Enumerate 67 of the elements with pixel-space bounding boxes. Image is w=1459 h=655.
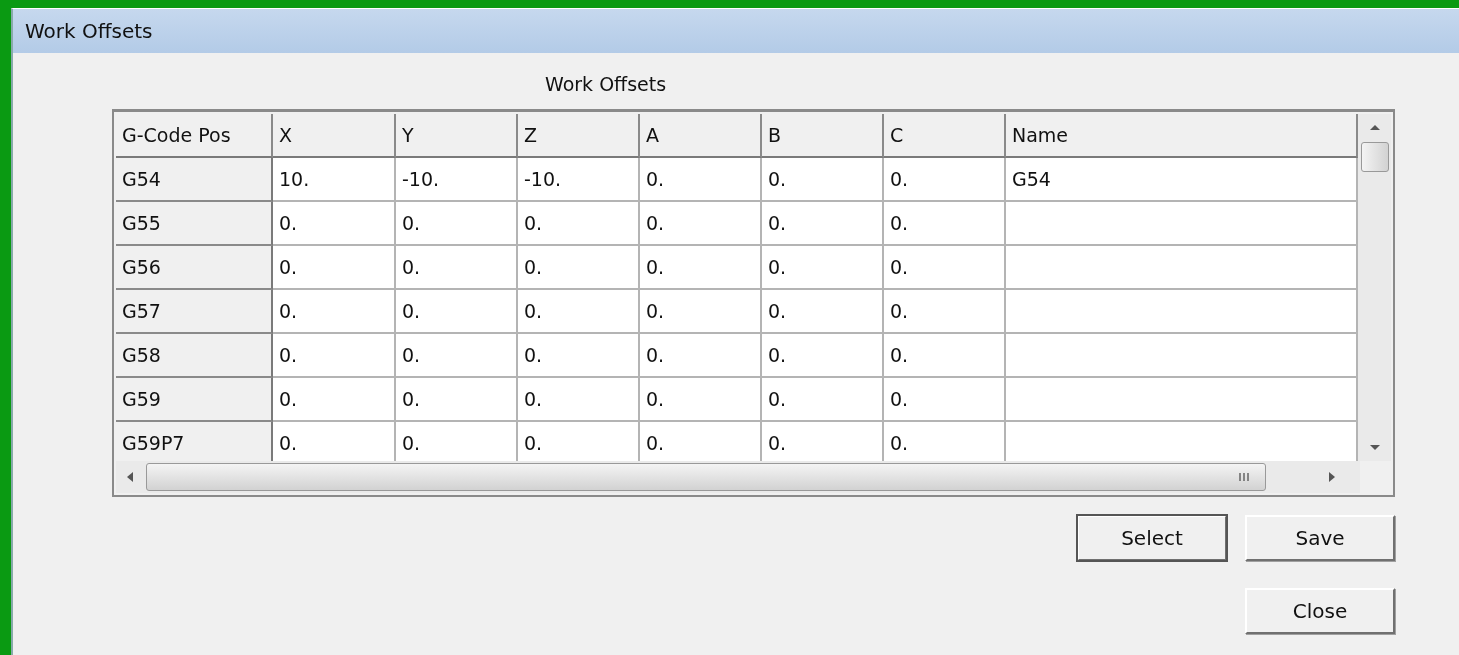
table-cell[interactable]: 10. [273,158,396,202]
row-header[interactable]: G55 [116,202,273,246]
table-cell[interactable]: 0. [273,378,396,422]
table-cell[interactable]: 0. [640,290,762,334]
table-cell[interactable]: 0. [762,290,884,334]
scroll-thumb[interactable] [146,463,1266,491]
table-cell[interactable]: 0. [396,246,518,290]
table-cell[interactable]: 0. [396,290,518,334]
table-cell[interactable]: 0. [884,422,1006,461]
table-cell[interactable]: 0. [762,378,884,422]
table-cell[interactable]: 0. [518,290,640,334]
table-cell[interactable]: -10. [396,158,518,202]
table-cell[interactable]: 0. [640,422,762,461]
table-cell[interactable]: 0. [884,246,1006,290]
table-cell[interactable]: 0. [640,378,762,422]
table-cell[interactable]: 0. [518,378,640,422]
table-cell[interactable]: 0. [762,246,884,290]
table-cell[interactable]: 0. [884,290,1006,334]
column-header[interactable]: C [884,114,1006,158]
column-header[interactable]: G-Code Pos [116,114,273,158]
column-header[interactable]: A [640,114,762,158]
table-cell[interactable]: 0. [884,202,1006,246]
table-cell[interactable]: 0. [762,158,884,202]
table-cell[interactable]: 0. [396,378,518,422]
row-header[interactable]: G58 [116,334,273,378]
vertical-scrollbar[interactable] [1358,114,1391,461]
table-cell[interactable]: 0. [518,422,640,461]
column-header[interactable]: Z [518,114,640,158]
table-cell[interactable]: 0. [762,334,884,378]
table-cell[interactable]: 0. [273,246,396,290]
row-header[interactable]: G56 [116,246,273,290]
table-cell[interactable]: G54 [1006,158,1358,202]
grid-caption: Work Offsets [545,73,668,97]
dialog-button[interactable]: Select [1077,515,1227,561]
row-header[interactable]: G54 [116,158,273,202]
scroll-thumb[interactable] [1360,142,1389,172]
table-cell[interactable]: 0. [518,202,640,246]
table-cell[interactable]: 0. [762,422,884,461]
column-header[interactable]: B [762,114,884,158]
table-cell[interactable]: 0. [762,202,884,246]
column-header[interactable]: X [273,114,396,158]
row-header[interactable]: G57 [116,290,273,334]
horizontal-scrollbar[interactable] [116,461,1360,493]
table-cell[interactable]: -10. [518,158,640,202]
table-cell[interactable]: 0. [273,290,396,334]
dialog-button[interactable]: Save [1245,515,1395,561]
column-header[interactable]: Y [396,114,518,158]
row-header[interactable]: G59 [116,378,273,422]
table-cell[interactable]: 0. [884,158,1006,202]
table-cell[interactable]: 0. [884,334,1006,378]
table-cell[interactable]: 0. [273,422,396,461]
table-cell[interactable]: 0. [640,202,762,246]
table-cell[interactable]: 0. [640,334,762,378]
column-header[interactable]: Name [1006,114,1358,158]
table-cell[interactable]: 0. [640,158,762,202]
table-cell[interactable]: 0. [396,202,518,246]
table-cell[interactable]: 0. [273,202,396,246]
table-cell[interactable]: 0. [396,422,518,461]
table-cell[interactable]: 0. [640,246,762,290]
table-cell[interactable]: 0. [884,378,1006,422]
table-cell[interactable]: 0. [518,334,640,378]
table-cell[interactable]: 0. [273,334,396,378]
close-button[interactable]: Close [1245,588,1395,634]
table-cell[interactable]: 0. [518,246,640,290]
grip-icon [1237,472,1251,482]
table-cell[interactable]: 0. [396,334,518,378]
window-title: Work Offsets [25,19,153,43]
